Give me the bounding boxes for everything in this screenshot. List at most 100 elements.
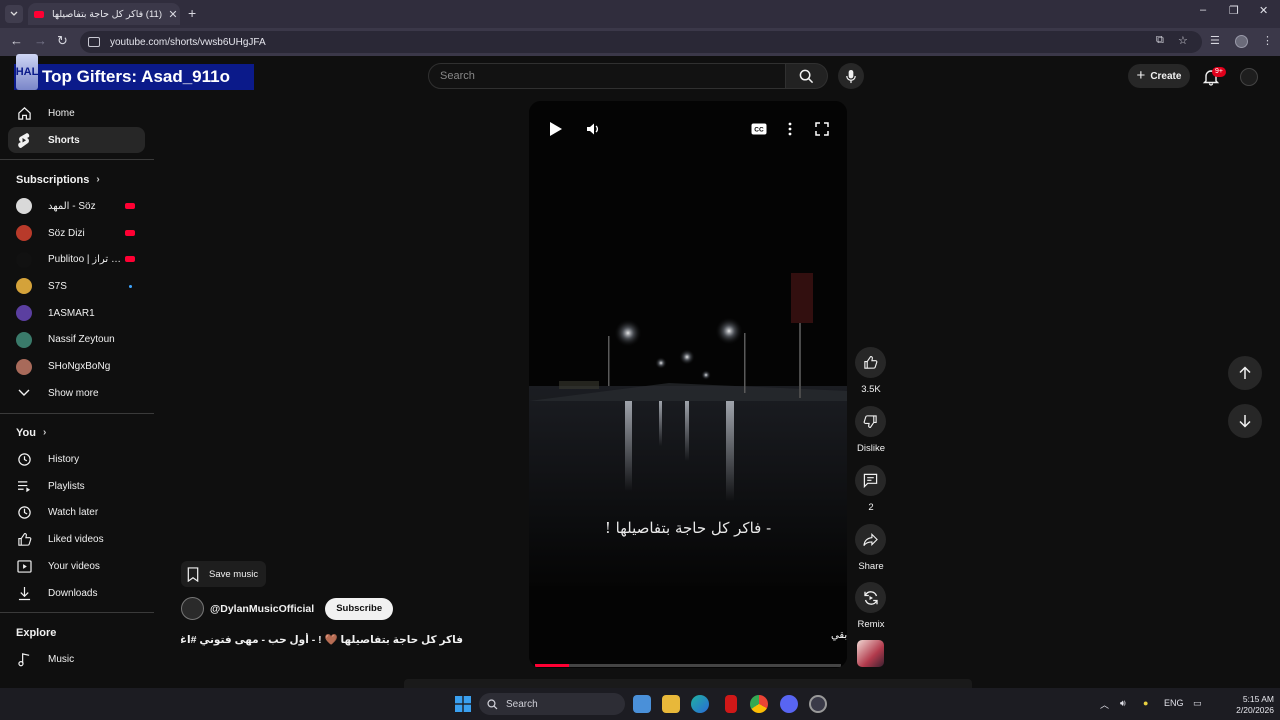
thumbs-down-icon (863, 415, 877, 428)
tab-search-button[interactable] (5, 5, 23, 23)
channel-avatar[interactable] (181, 597, 204, 620)
sidebar-item-subscription[interactable]: 1ASMAR1 (0, 300, 154, 327)
sidebar-item-subscription[interactable]: Söz Dizi (0, 220, 154, 247)
sidebar-item-subscription[interactable]: المهد - Söz (0, 193, 154, 220)
show-more-button[interactable]: Show more (0, 380, 154, 407)
pdf-app-icon[interactable] (725, 695, 737, 713)
network-icon[interactable]: ▭ (1193, 698, 1202, 709)
sidebar-item-shorts[interactable]: Shorts (8, 126, 145, 154)
comments-action: 2 (855, 465, 886, 513)
channel-avatar (16, 251, 32, 268)
sound-thumbnail[interactable] (857, 640, 884, 667)
subscriptions-label: Subscriptions (16, 173, 90, 186)
sidebar-item-music[interactable]: Music (0, 646, 154, 673)
windows-start-icon[interactable] (455, 696, 471, 712)
sidebar-item-label: Your videos (48, 560, 100, 572)
chrome-browser-icon[interactable] (750, 695, 768, 713)
bookmark-star-icon[interactable]: ☆ (1178, 34, 1188, 47)
video-title[interactable]: فاكر كل حاجة بتفاصيلها 🤎 ! - أول حب - مه… (181, 633, 463, 646)
sidebar-item-liked-videos[interactable]: Liked videos (0, 526, 154, 553)
sidebar-item-subscription[interactable]: SHoNgxBoNg (0, 353, 154, 380)
address-bar[interactable]: youtube.com/shorts/vwsb6UHgJFA (80, 31, 1202, 53)
taskbar-search[interactable]: Search (479, 693, 625, 715)
voice-search-button[interactable] (838, 63, 864, 89)
top-gifters-overlay: HAL Top Gifters: Asad_911o (14, 54, 254, 90)
progress-bar[interactable] (535, 664, 841, 667)
sidebar-item-subscription[interactable]: Publitoo | ديلي تراز (0, 246, 154, 273)
more-options-button[interactable] (780, 119, 800, 139)
captions-button[interactable]: CC (749, 119, 769, 139)
you-heading[interactable]: You › (0, 420, 154, 447)
closed-captions-icon: CC (751, 123, 767, 135)
search-button[interactable] (786, 63, 828, 89)
download-icon (16, 585, 32, 601)
discord-icon[interactable] (780, 695, 798, 713)
dislike-action: Dislike (855, 406, 886, 454)
store-icon[interactable] (633, 695, 651, 713)
overlay-logo: HAL (16, 54, 38, 90)
new-tab-button[interactable]: + (188, 6, 196, 20)
previous-short-button[interactable] (1228, 356, 1262, 390)
channel-avatar (16, 305, 32, 322)
channel-name[interactable]: @DylanMusicOfficial (210, 603, 314, 615)
remix-button[interactable] (855, 582, 886, 613)
account-avatar[interactable] (1240, 68, 1258, 86)
system-clock[interactable]: 5:15 AM 2/20/2026 (1222, 694, 1274, 716)
restore-button[interactable]: ❐ (1229, 4, 1239, 17)
sidebar-item-home[interactable]: Home (0, 100, 154, 127)
subscriptions-heading[interactable]: Subscriptions › (0, 166, 154, 193)
sidebar-item-playlists[interactable]: Playlists (0, 473, 154, 500)
back-arrow-icon[interactable]: ← (10, 34, 23, 48)
browser-tab-active[interactable]: (11) فاكر كل حاجة بتفاصيلها 🤎 ! ✕ (28, 3, 180, 25)
live-indicator-icon (125, 256, 135, 263)
fullscreen-button[interactable] (812, 119, 832, 139)
browser-profile-avatar[interactable] (1235, 35, 1248, 48)
comments-button[interactable] (855, 465, 886, 496)
shorts-player[interactable]: CC - فاكر كل حاجة بتفاصيلها ! [بقي (529, 101, 847, 668)
tab-groups-icon[interactable]: ☰ (1210, 34, 1220, 47)
reload-icon[interactable]: ↻ (57, 34, 68, 48)
dislike-button[interactable] (855, 406, 886, 437)
browser-menu-icon[interactable]: ⋮ (1262, 34, 1273, 47)
divider (0, 612, 154, 614)
sidebar-item-subscription[interactable]: Nassif Zeytoun (0, 327, 154, 354)
close-window-button[interactable]: ✕ (1259, 4, 1268, 17)
search-icon (799, 69, 814, 83)
sidebar: Home Shorts Subscriptions › المهد - Söz S… (0, 100, 154, 673)
subscription-name: Publitoo | ديلي تراز (48, 254, 126, 266)
language-indicator[interactable]: ENG (1164, 698, 1184, 708)
install-app-icon[interactable]: ⧉ (1156, 34, 1164, 47)
chevron-down-icon (10, 11, 18, 16)
file-explorer-icon[interactable] (662, 695, 680, 713)
sidebar-item-watch-later[interactable]: Watch later (0, 500, 154, 527)
like-button[interactable] (855, 347, 886, 378)
notification-count-badge: 9+ (1212, 67, 1226, 77)
create-button[interactable]: + Create (1128, 64, 1190, 88)
clock-date: 2/20/2026 (1236, 705, 1274, 715)
app-icon[interactable] (809, 695, 827, 713)
share-button[interactable] (855, 524, 886, 555)
search-input[interactable] (440, 70, 785, 82)
save-music-button[interactable]: Save music (181, 561, 267, 587)
sidebar-item-subscription[interactable]: S7S (0, 273, 154, 300)
subscribe-button[interactable]: Subscribe (325, 597, 394, 620)
speaker-icon[interactable]: 🔊︎ (1120, 698, 1126, 709)
minimize-button[interactable]: – (1200, 4, 1206, 16)
next-short-button[interactable] (1228, 404, 1262, 438)
divider (0, 412, 154, 414)
edge-browser-icon[interactable] (691, 695, 709, 713)
url-text: youtube.com/shorts/vwsb6UHgJFA (110, 36, 266, 48)
sidebar-item-history[interactable]: History (0, 446, 154, 473)
site-info-icon[interactable] (88, 37, 100, 47)
progress-bar-fill (535, 664, 569, 667)
share-label: Share (858, 561, 884, 572)
microphone-icon[interactable]: ● (1143, 698, 1148, 708)
sidebar-item-downloads[interactable]: Downloads (0, 580, 154, 607)
sidebar-item-your-videos[interactable]: Your videos (0, 553, 154, 580)
forward-arrow-icon[interactable]: → (34, 34, 47, 48)
tab-close-icon[interactable]: ✕ (166, 8, 180, 21)
volume-button[interactable] (583, 119, 603, 139)
play-button[interactable] (546, 119, 566, 139)
your-videos-icon (16, 558, 32, 574)
chevron-up-icon[interactable]: ︿ (1100, 698, 1109, 711)
